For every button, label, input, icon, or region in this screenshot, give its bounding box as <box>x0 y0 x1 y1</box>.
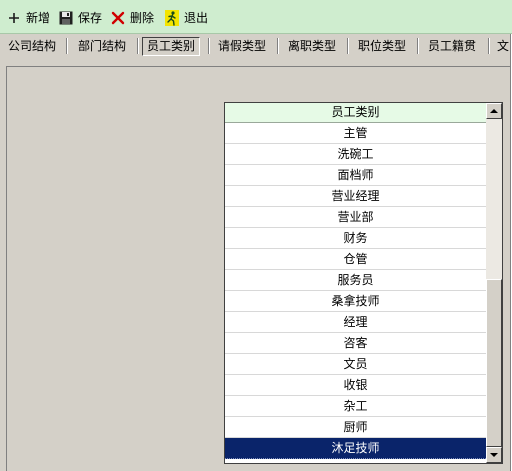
tab-partial[interactable]: 文 <box>495 36 511 56</box>
save-button-label: 保存 <box>78 11 103 25</box>
table-row[interactable]: 收银 <box>225 375 486 396</box>
table-row[interactable]: 营业经理 <box>225 186 486 207</box>
table-row[interactable]: 厨师 <box>225 417 486 438</box>
table-row[interactable]: 营业部 <box>225 207 486 228</box>
table-row[interactable]: 咨客 <box>225 333 486 354</box>
red-x-icon <box>110 10 126 26</box>
grid-rows: 主管 洗碗工 面档师 营业经理 营业部 财务 仓管 服务员 桑拿技师 经理 咨客 文员 收银 杂工 厨师 沐足… <box>225 123 486 459</box>
scrollbar-thumb[interactable] <box>486 279 502 447</box>
arrow-down-icon <box>490 453 498 457</box>
table-row[interactable]: 桑拿技师 <box>225 291 486 312</box>
employee-category-grid[interactable]: 员工类别 主管 洗碗工 面档师 营业经理 营业部 财务 仓管 服务员 桑拿技师 经理 咨客 文员 收银杂… <box>224 102 503 464</box>
tab-separator <box>66 38 68 54</box>
delete-button[interactable]: 删除 <box>110 9 154 27</box>
toolbar: 新增 保存 删除 退出 <box>0 0 512 34</box>
tab-resignation-type[interactable]: 离职类型 <box>286 36 338 56</box>
tab-position-type[interactable]: 职位类型 <box>356 36 408 56</box>
add-button-label: 新增 <box>26 11 51 25</box>
add-button[interactable]: 新增 <box>6 9 50 27</box>
table-row[interactable]: 财务 <box>225 228 486 249</box>
plus-icon <box>6 10 22 26</box>
table-row[interactable]: 杂工 <box>225 396 486 417</box>
table-row[interactable]: 经理 <box>225 312 486 333</box>
tab-separator <box>347 38 349 54</box>
table-row[interactable]: 文员 <box>225 354 486 375</box>
tab-leave-type[interactable]: 请假类型 <box>216 36 268 56</box>
tab-separator <box>208 38 210 54</box>
running-man-icon <box>164 10 180 26</box>
exit-button-label: 退出 <box>184 11 209 25</box>
arrow-up-icon <box>490 109 498 113</box>
tab-separator <box>417 38 419 54</box>
tab-separator <box>277 38 279 54</box>
table-row[interactable]: 服务员 <box>225 270 486 291</box>
tab-strip: 公司结构 部门结构 员工类别 请假类型 离职类型 职位类型 员工籍贯 文 <box>0 34 512 58</box>
tab-employee-category[interactable]: 员工类别 <box>142 37 201 56</box>
scroll-down-button[interactable] <box>486 447 502 463</box>
scroll-up-button[interactable] <box>486 103 502 119</box>
table-row[interactable]: 面档师 <box>225 165 486 186</box>
table-row[interactable]: 洗碗工 <box>225 144 486 165</box>
table-row[interactable]: 仓管 <box>225 249 486 270</box>
vertical-scrollbar[interactable] <box>486 103 502 463</box>
grid-column-header[interactable]: 员工类别 <box>225 103 486 123</box>
tab-department-structure[interactable]: 部门结构 <box>76 36 128 56</box>
tab-company-structure[interactable]: 公司结构 <box>6 36 58 56</box>
table-row[interactable]: 沐足技师 <box>225 438 486 459</box>
tab-separator <box>137 38 139 54</box>
floppy-disk-icon <box>58 10 74 26</box>
tab-separator <box>488 38 490 54</box>
exit-button[interactable]: 退出 <box>164 9 208 27</box>
delete-button-label: 删除 <box>130 11 155 25</box>
tab-employee-origin[interactable]: 员工籍贯 <box>426 36 478 56</box>
table-row[interactable]: 主管 <box>225 123 486 144</box>
save-button[interactable]: 保存 <box>58 9 102 27</box>
